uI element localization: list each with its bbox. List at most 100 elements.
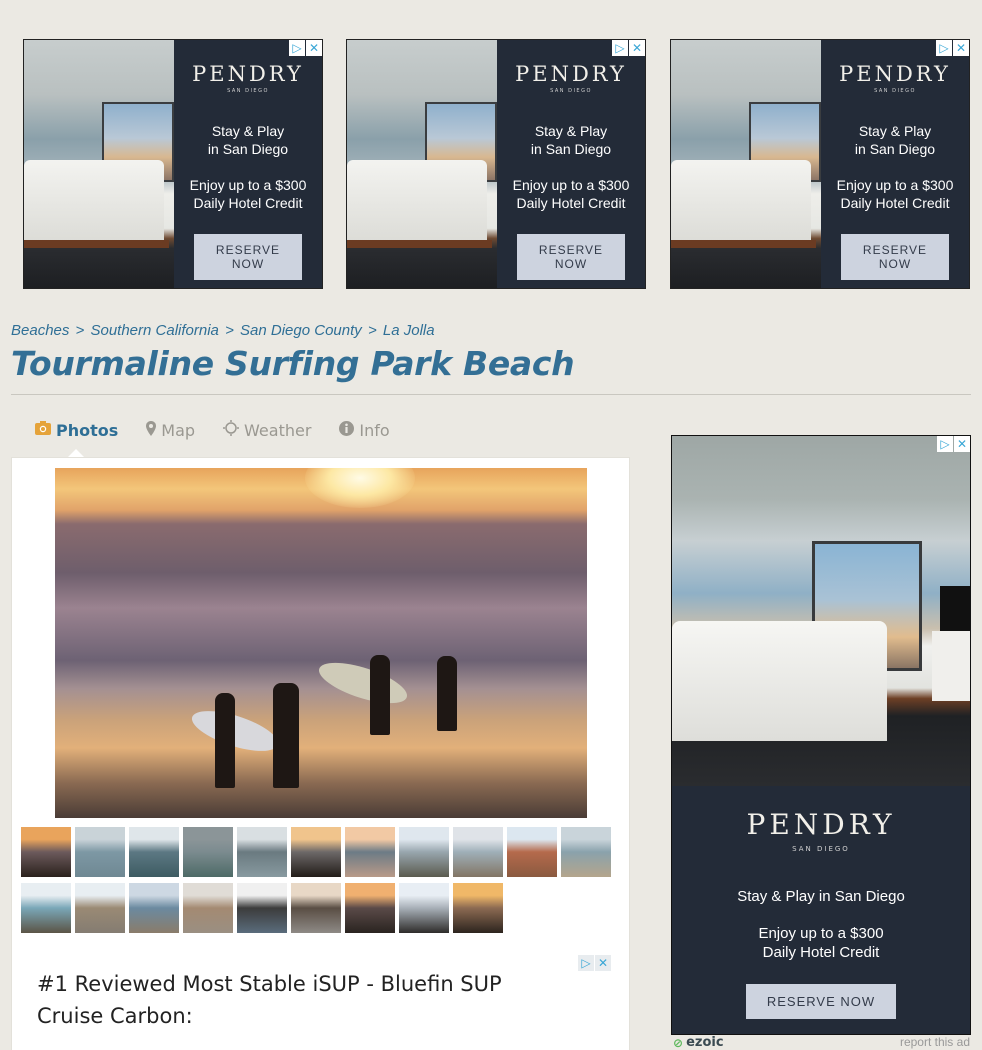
- tab-label: Info: [359, 420, 390, 440]
- ezoic-logo-icon: ⊘: [673, 1035, 684, 1050]
- breadcrumb-san-diego-county[interactable]: San Diego County: [240, 322, 362, 339]
- photo-thumbnail[interactable]: [561, 827, 611, 877]
- ad-headline-2: in San Diego: [530, 141, 612, 157]
- sponsored-headline[interactable]: #1 Reviewed Most Stable iSUP - Bluefin S…: [37, 968, 557, 1032]
- ad-headline: Stay & Play: [534, 123, 608, 139]
- close-ad-icon[interactable]: ✕: [595, 955, 611, 971]
- ad-brand-sub: SAN DIEGO: [227, 88, 269, 94]
- ad-offer: Enjoy up to a $300: [189, 177, 307, 193]
- adchoices-icon[interactable]: ▷: [936, 40, 952, 56]
- ad-headline: Stay & Play: [211, 123, 285, 139]
- ad-brand-sub: SAN DIEGO: [792, 845, 850, 853]
- ad-offer: Enjoy up to a $300: [836, 177, 954, 193]
- hotel-room-image: [672, 436, 970, 786]
- ad-brand-sub: SAN DIEGO: [874, 88, 916, 94]
- photo-thumbnail[interactable]: [345, 883, 395, 933]
- photo-thumbnail[interactable]: [183, 827, 233, 877]
- photo-thumbnail[interactable]: [183, 883, 233, 933]
- beach-tabs: Photos Map Weather Info: [35, 420, 390, 440]
- surfer-silhouette: [273, 683, 299, 788]
- sidebar-ad[interactable]: PENDRY SAN DIEGO Stay & Play in San Dieg…: [671, 435, 971, 1035]
- top-ad-2[interactable]: PENDRY SAN DIEGO Stay & Play in San Dieg…: [346, 39, 646, 289]
- breadcrumb-separator: >: [75, 322, 85, 339]
- adchoices-icon[interactable]: ▷: [289, 40, 305, 56]
- adchoices-icon[interactable]: ▷: [578, 955, 594, 971]
- breadcrumb: Beaches > Southern California > San Dieg…: [11, 322, 435, 339]
- hotel-room-image: [671, 40, 821, 288]
- photo-thumbnail[interactable]: [291, 883, 341, 933]
- surfer-silhouette: [370, 655, 390, 735]
- ad-brand-sub: SAN DIEGO: [550, 88, 592, 94]
- tab-info[interactable]: Info: [339, 420, 390, 440]
- reserve-now-button[interactable]: RESERVE NOW: [841, 234, 949, 280]
- ad-brand: PENDRY: [192, 62, 304, 86]
- tab-label: Photos: [56, 420, 119, 440]
- main-photo[interactable]: [55, 468, 587, 818]
- ad-offer-2: Daily Hotel Credit: [840, 195, 950, 211]
- info-icon: [339, 420, 355, 440]
- photo-thumbnail[interactable]: [21, 883, 71, 933]
- surfboard-shape: [314, 654, 412, 712]
- close-ad-icon[interactable]: ✕: [306, 40, 322, 56]
- photo-thumbnail[interactable]: [237, 827, 287, 877]
- photo-thumbnail[interactable]: [75, 883, 125, 933]
- ad-offer-2: Daily Hotel Credit: [762, 944, 880, 961]
- breadcrumb-la-jolla[interactable]: La Jolla: [383, 322, 435, 339]
- page-title: Tourmaline Surfing Park Beach: [11, 344, 575, 383]
- report-ad-link[interactable]: report this ad: [900, 1035, 970, 1049]
- breadcrumb-separator: >: [225, 322, 234, 339]
- photo-thumbnail[interactable]: [237, 883, 287, 933]
- hotel-room-image: [24, 40, 174, 288]
- reserve-now-button[interactable]: RESERVE NOW: [194, 234, 302, 280]
- reserve-now-button[interactable]: RESERVE NOW: [746, 984, 896, 1019]
- photo-thumbnail[interactable]: [129, 883, 179, 933]
- ad-offer: Enjoy up to a $300: [512, 177, 630, 193]
- ad-offer-2: Daily Hotel Credit: [193, 195, 303, 211]
- close-ad-icon[interactable]: ✕: [629, 40, 645, 56]
- breadcrumb-separator: >: [367, 322, 377, 339]
- ad-brand: PENDRY: [515, 62, 627, 86]
- top-ad-3[interactable]: PENDRY SAN DIEGO Stay & Play in San Dieg…: [670, 39, 970, 289]
- ad-brand: PENDRY: [839, 62, 951, 86]
- tab-label: Weather: [244, 420, 312, 440]
- photo-thumbnail[interactable]: [507, 827, 557, 877]
- close-ad-icon[interactable]: ✕: [953, 40, 969, 56]
- top-ad-1[interactable]: PENDRY SAN DIEGO Stay & Play in San Dieg…: [23, 39, 323, 289]
- photo-thumbnail[interactable]: [291, 827, 341, 877]
- sun-icon: [223, 420, 240, 440]
- hotel-room-image: [347, 40, 497, 288]
- camera-icon: [35, 421, 51, 439]
- adchoices-icon[interactable]: ▷: [937, 436, 953, 452]
- tab-map[interactable]: Map: [146, 420, 195, 440]
- photo-thumbnail[interactable]: [399, 883, 449, 933]
- ad-headline-2: in San Diego: [207, 141, 289, 157]
- photos-panel: ▷ ✕ #1 Reviewed Most Stable iSUP - Bluefi…: [11, 457, 630, 1050]
- surfer-silhouette: [437, 656, 457, 731]
- surfer-silhouette: [215, 693, 235, 788]
- photo-thumbnail[interactable]: [453, 827, 503, 877]
- photo-thumbnail[interactable]: [453, 883, 503, 933]
- breadcrumb-beaches[interactable]: Beaches: [11, 322, 69, 339]
- photo-thumbnail[interactable]: [345, 827, 395, 877]
- photo-thumbnail[interactable]: [399, 827, 449, 877]
- reserve-now-button[interactable]: RESERVE NOW: [517, 234, 625, 280]
- tab-photos[interactable]: Photos: [35, 420, 118, 440]
- photo-thumbnail[interactable]: [129, 827, 179, 877]
- ezoic-label: ezoic: [686, 1035, 724, 1050]
- adchoices-icon[interactable]: ▷: [612, 40, 628, 56]
- breadcrumb-southern-california[interactable]: Southern California: [90, 322, 218, 339]
- ad-brand: PENDRY: [746, 808, 896, 841]
- tab-weather[interactable]: Weather: [223, 420, 311, 440]
- ad-offer-2: Daily Hotel Credit: [516, 195, 626, 211]
- tab-label: Map: [161, 420, 196, 440]
- ad-headline: Stay & Play: [858, 123, 932, 139]
- thumbnail-grid: [21, 827, 621, 933]
- photo-thumbnail[interactable]: [21, 827, 71, 877]
- ezoic-link[interactable]: ⊘ ezoic: [673, 1035, 724, 1050]
- ad-offer: Enjoy up to a $300: [758, 925, 884, 942]
- map-marker-icon: [146, 420, 157, 440]
- photo-thumbnail[interactable]: [75, 827, 125, 877]
- sun-glow: [305, 468, 415, 508]
- close-ad-icon[interactable]: ✕: [954, 436, 970, 452]
- ad-headline-2: in San Diego: [854, 141, 936, 157]
